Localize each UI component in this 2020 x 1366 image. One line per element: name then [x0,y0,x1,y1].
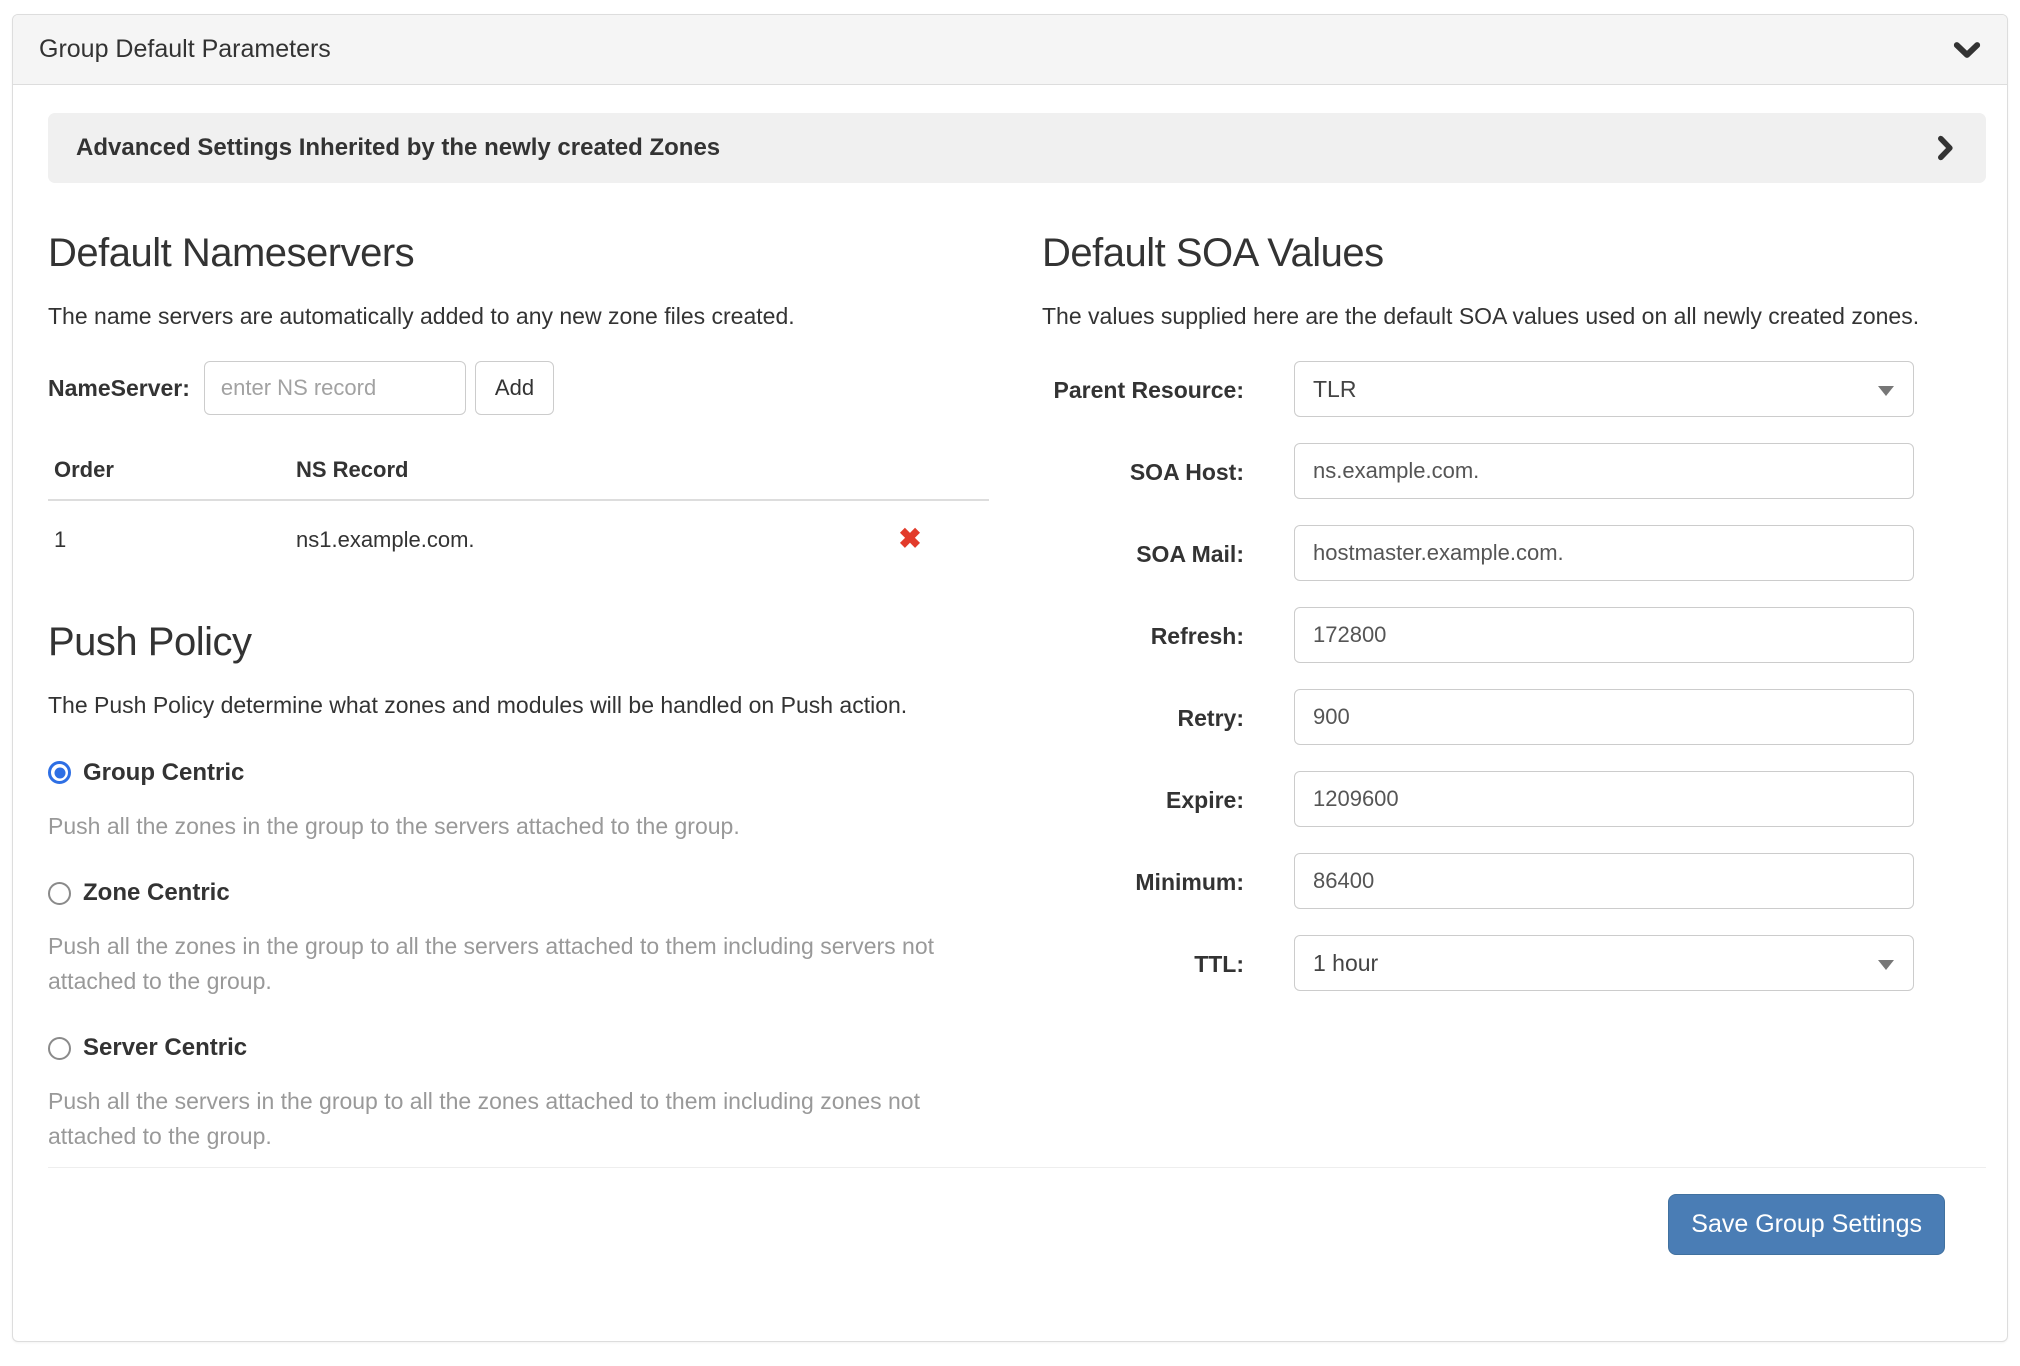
push-policy-description: The Push Policy determine what zones and… [48,689,989,722]
radio-label-server-centric: Server Centric [83,1034,247,1062]
radio-desc-zone-centric: Push all the zones in the group to all t… [48,929,989,998]
add-nameserver-button[interactable]: Add [475,361,554,415]
expire-input[interactable] [1294,771,1914,827]
radio-desc-group-centric: Push all the zones in the group to the s… [48,809,989,844]
advanced-settings-label: Advanced Settings Inherited by the newly… [76,134,720,162]
caret-down-icon [1878,386,1894,396]
radio-label-zone-centric: Zone Centric [83,879,230,907]
soa-form: Parent Resource: TLR SOA Host: [1042,361,1983,991]
expire-label: Expire: [1042,771,1244,827]
parent-resource-select[interactable]: TLR [1294,361,1914,417]
retry-label: Retry: [1042,689,1244,745]
nameserver-field-label: NameServer: [48,375,190,402]
radio-label-group-centric: Group Centric [83,759,244,787]
soa-mail-label: SOA Mail: [1042,525,1244,581]
ttl-value: 1 hour [1313,950,1378,977]
table-row: 1 ns1.example.com. ✖ [48,500,989,580]
advanced-settings-bar[interactable]: Advanced Settings Inherited by the newly… [48,113,1986,183]
default-nameservers-description: The name servers are automatically added… [48,300,989,333]
minimum-label: Minimum: [1042,853,1244,909]
panel-header[interactable]: Group Default Parameters [13,15,2007,85]
default-soa-values-heading: Default SOA Values [1042,231,1983,276]
soa-host-input[interactable] [1294,443,1914,499]
chevron-down-icon[interactable] [1953,36,1981,64]
ttl-select[interactable]: 1 hour [1294,935,1914,991]
soa-mail-input[interactable] [1294,525,1914,581]
nameserver-input[interactable] [204,361,466,415]
push-policy-heading: Push Policy [48,620,989,665]
radio-option-group-centric[interactable]: Group Centric [48,759,989,787]
panel-title: Group Default Parameters [39,35,331,64]
save-group-settings-button[interactable]: Save Group Settings [1668,1194,1945,1255]
radio-option-zone-centric[interactable]: Zone Centric [48,879,989,907]
radio-zone-centric[interactable] [48,882,71,905]
ns-row-order: 1 [48,500,290,580]
table-header-actions [835,445,989,500]
nameservers-table: Order NS Record 1 ns1.example.com. ✖ [48,445,989,580]
table-header-order: Order [48,445,290,500]
delete-nameserver-icon[interactable]: ✖ [898,525,921,553]
parent-resource-value: TLR [1313,376,1356,403]
radio-server-centric[interactable] [48,1037,71,1060]
minimum-input[interactable] [1294,853,1914,909]
right-column: Default SOA Values The values supplied h… [1042,217,1983,1153]
group-default-parameters-panel: Group Default Parameters Advanced Settin… [12,14,2008,1342]
table-header-ns-record: NS Record [290,445,835,500]
radio-option-server-centric[interactable]: Server Centric [48,1034,989,1062]
retry-input[interactable] [1294,689,1914,745]
ns-row-record: ns1.example.com. [290,500,835,580]
refresh-label: Refresh: [1042,607,1244,663]
radio-group-centric[interactable] [48,761,71,784]
default-soa-values-description: The values supplied here are the default… [1042,300,1983,333]
chevron-right-icon[interactable] [1932,135,1958,161]
soa-host-label: SOA Host: [1042,443,1244,499]
caret-down-icon [1878,960,1894,970]
ttl-label: TTL: [1042,935,1244,991]
parent-resource-label: Parent Resource: [1042,361,1244,417]
default-nameservers-heading: Default Nameservers [48,231,989,276]
refresh-input[interactable] [1294,607,1914,663]
left-column: Default Nameservers The name servers are… [48,217,989,1153]
radio-desc-server-centric: Push all the servers in the group to all… [48,1084,989,1153]
